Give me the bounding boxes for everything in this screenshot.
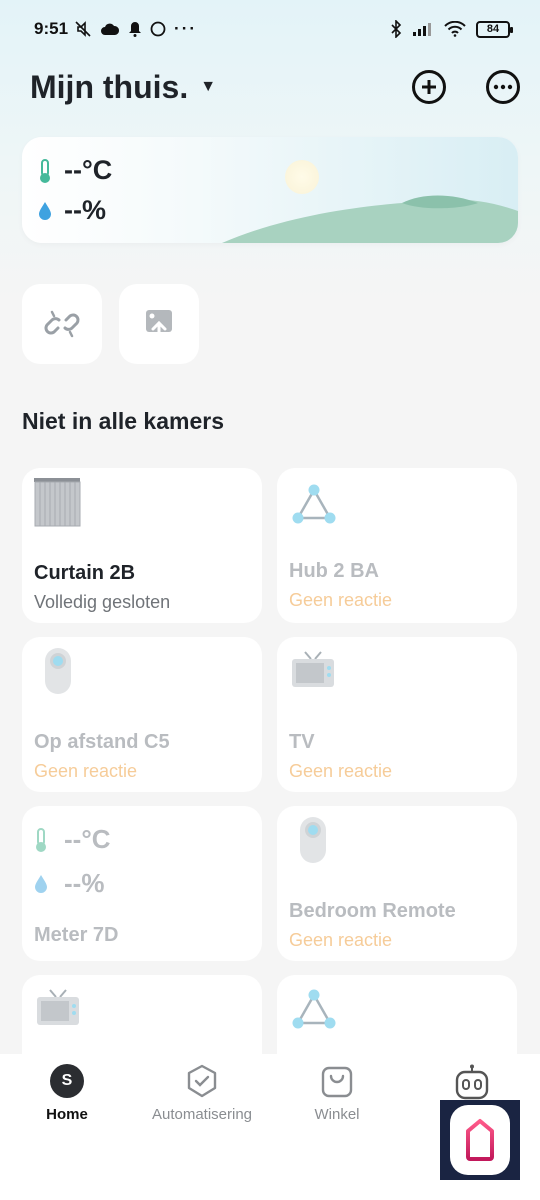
device-card-meter[interactable]: --°C --% Meter 7D <box>22 806 262 961</box>
signal-icon <box>413 23 431 36</box>
battery-indicator: 84 <box>476 20 513 38</box>
link-button[interactable] <box>22 284 102 364</box>
meter-temperature-row: --°C <box>34 824 111 855</box>
device-name: Hub 2 BA <box>289 560 379 582</box>
device-status: Volledig gesloten <box>34 592 171 612</box>
mute-icon <box>75 21 91 37</box>
weather-temperature-row: --°C <box>38 155 112 186</box>
add-button[interactable] <box>412 70 446 104</box>
nav-home-label: Home <box>46 1106 88 1123</box>
more-button[interactable] <box>486 70 520 104</box>
device-card-tv[interactable]: TV Geen reactie <box>277 637 517 792</box>
cloud-icon <box>101 23 120 35</box>
device-name: Op afstand C5 <box>34 731 170 753</box>
meter-humidity-row: --% <box>34 868 104 899</box>
section-title: Niet in alle kamers <box>22 408 224 434</box>
status-time: 9:51 <box>34 19 69 38</box>
device-name: Bedroom Remote <box>289 900 456 922</box>
remote-icon <box>300 817 326 863</box>
device-card-curtain[interactable]: Curtain 2B Volledig gesloten <box>22 468 262 623</box>
wifi-icon <box>444 21 466 37</box>
device-status: Geen reactie <box>289 590 393 610</box>
curtain-icon <box>34 478 81 527</box>
weather-card[interactable]: --°C --% <box>22 137 518 243</box>
nav-automation-label: Automatisering <box>151 1106 253 1123</box>
robot-icon <box>455 1064 489 1100</box>
device-status: Geen reactie <box>34 761 138 781</box>
meter-temperature: --°C <box>64 824 111 854</box>
device-status: Geen reactie <box>289 761 393 781</box>
circle-icon <box>150 21 166 37</box>
device-card-hub[interactable]: Hub 2 BA Geen reactie <box>277 468 517 623</box>
shopping-bag-icon <box>321 1066 353 1098</box>
bluetooth-icon <box>391 20 402 38</box>
more-dots-icon: ··· <box>174 19 198 38</box>
chevron-down-icon[interactable]: ▼ <box>200 78 216 96</box>
hub-icon <box>292 484 336 524</box>
avatar: S <box>50 1064 84 1098</box>
weather-humidity: --% <box>64 195 106 225</box>
hub-icon <box>292 989 336 1029</box>
device-name: Curtain 2B <box>34 562 136 584</box>
device-name: Meter 7D <box>34 924 119 946</box>
app-logo-overlay <box>440 1100 520 1180</box>
tv-icon <box>292 651 334 687</box>
plus-circle-icon <box>422 80 436 94</box>
link-icon <box>44 310 80 338</box>
nav-store-label: Winkel <box>314 1106 360 1123</box>
device-name: TV <box>289 731 315 753</box>
nav-store[interactable]: Winkel <box>272 1064 402 1123</box>
home-header: Mijn thuis. ▼ <box>30 62 520 112</box>
landscape-illustration <box>22 137 518 243</box>
meter-humidity: --% <box>64 868 105 898</box>
tv-icon <box>37 989 79 1025</box>
thermometer-icon <box>36 827 46 852</box>
nav-assistant[interactable] <box>407 1064 537 1100</box>
remote-icon <box>45 648 71 694</box>
device-status: Geen reactie <box>289 930 393 950</box>
device-card-bedroom-remote[interactable]: Bedroom Remote Geen reactie <box>277 806 517 961</box>
bell-icon <box>129 22 142 37</box>
device-card-remote-c5[interactable]: Op afstand C5 Geen reactie <box>22 637 262 792</box>
shield-check-icon <box>187 1064 217 1098</box>
weather-temperature: --°C <box>64 155 113 185</box>
weather-humidity-row: --% <box>38 195 106 226</box>
water-drop-icon <box>39 201 51 220</box>
nav-automation[interactable]: Automatisering <box>137 1064 267 1123</box>
house-logo-icon <box>466 1119 494 1161</box>
upload-image-button[interactable] <box>119 284 199 364</box>
more-circle-icon <box>493 84 513 90</box>
water-drop-icon <box>35 874 47 893</box>
status-bar: 9:51 ··· 84 <box>0 0 540 58</box>
upload-image-icon <box>146 310 172 340</box>
thermometer-icon <box>40 158 50 183</box>
home-title[interactable]: Mijn thuis. <box>30 69 188 106</box>
nav-home[interactable]: S Home <box>2 1064 132 1123</box>
